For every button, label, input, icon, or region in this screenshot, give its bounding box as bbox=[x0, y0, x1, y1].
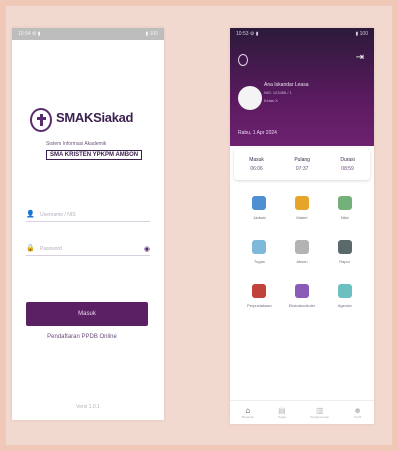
user-id: NIS: 123456 / 1 bbox=[264, 90, 292, 95]
grade-icon bbox=[337, 196, 352, 210]
logout-icon[interactable]: ⇥ bbox=[356, 52, 364, 63]
menu-item-perpustakaan[interactable]: Perpustakaan bbox=[238, 284, 281, 308]
status-time: 10:54 ⚙ ▮ bbox=[18, 31, 41, 37]
school-emblem-icon bbox=[30, 108, 52, 132]
app-logo: SMAKSiakad Sistem Informasi Akademik SMA… bbox=[30, 108, 152, 168]
menu-item-materi[interactable]: Materi bbox=[281, 196, 324, 220]
menu-label: Ekstrakurikuler bbox=[288, 303, 316, 308]
dashboard-screen: 10:53 ⚙ ▮ ▮ 100 ⇥ Ana Iskandar Leasa NIS… bbox=[230, 28, 374, 424]
user-name: Ana Iskandar Leasa bbox=[264, 82, 309, 88]
date-label: Rabu, 1 Apr 2024 bbox=[238, 130, 277, 136]
menu-label: Materi bbox=[296, 215, 308, 220]
nav-label: Pengumuman bbox=[310, 415, 330, 419]
nav-label: Tugas bbox=[277, 415, 287, 419]
attendance-value: 08:59 bbox=[341, 165, 354, 172]
home-icon: ⌂ bbox=[245, 406, 251, 415]
doc-icon: ▤ bbox=[278, 406, 286, 415]
menu-label: Perpustakaan bbox=[246, 303, 272, 308]
nav-item-tasks[interactable]: ▤ Tugas bbox=[278, 406, 286, 419]
attendance-duration: Durasi 08:59 bbox=[340, 157, 354, 172]
menu-item-agenda[interactable]: Agenda bbox=[323, 284, 366, 308]
menu-item-jadwal[interactable]: Jadwal bbox=[238, 196, 281, 220]
username-field[interactable]: 👤 Username / NIS bbox=[26, 208, 150, 222]
user-icon: ☻ bbox=[353, 406, 362, 415]
status-bar: 10:54 ⚙ ▮ ▮ 100 bbox=[12, 28, 164, 40]
library-icon bbox=[252, 284, 267, 298]
activity-icon bbox=[294, 284, 309, 298]
attendance-label: Masuk bbox=[249, 156, 264, 163]
nav-label: Profil bbox=[354, 415, 362, 419]
menu-label: Rapor bbox=[339, 259, 351, 264]
password-field[interactable]: 🔒 Password ◉ bbox=[26, 242, 150, 256]
menu-label: Tugas bbox=[253, 259, 265, 264]
profile-header: 10:53 ⚙ ▮ ▮ 100 ⇥ Ana Iskandar Leasa NIS… bbox=[230, 28, 374, 146]
book-icon bbox=[294, 196, 309, 210]
menu-item-ekstrakurikuler[interactable]: Ekstrakurikuler bbox=[281, 284, 324, 308]
status-battery: ▮ 100 bbox=[145, 31, 158, 37]
attendance-value: 06:06 bbox=[250, 165, 263, 172]
menu-label: Jadwal bbox=[253, 215, 266, 220]
menu-item-absen[interactable]: Absen bbox=[281, 240, 324, 264]
agenda-icon bbox=[337, 284, 352, 298]
status-time: 10:53 ⚙ ▮ bbox=[236, 31, 259, 37]
login-button[interactable]: Masuk bbox=[26, 302, 148, 326]
menu-label: Agenda bbox=[337, 303, 352, 308]
app-version: Versi 1.0.1 bbox=[76, 404, 100, 410]
trash-icon: ▥ bbox=[315, 406, 324, 415]
report-icon bbox=[337, 240, 352, 254]
bottom-nav: ⌂ Beranda ▤ Tugas ▥ Pengumuman ☻ Profil bbox=[230, 400, 374, 424]
school-emblem-icon bbox=[238, 54, 248, 66]
attendance-in: Masuk 06:06 bbox=[249, 157, 264, 172]
status-battery: ▮ 100 bbox=[355, 31, 368, 37]
school-name: SMA KRISTEN YPKPM AMBON bbox=[46, 150, 143, 160]
menu-grid: Jadwal Materi Nilai Tugas Absen Rapor Pe… bbox=[238, 196, 366, 308]
attendance-out: Pulang 07:37 bbox=[294, 157, 310, 172]
nav-label: Beranda bbox=[242, 415, 254, 419]
calendar-icon bbox=[252, 196, 267, 210]
app-subtitle: Sistem Informasi Akademik bbox=[46, 141, 107, 147]
attendance-icon bbox=[294, 240, 309, 254]
status-bar: 10:53 ⚙ ▮ ▮ 100 bbox=[230, 28, 374, 40]
user-class: Kelas X bbox=[264, 98, 278, 103]
task-icon bbox=[252, 240, 267, 254]
menu-label: Nilai bbox=[340, 215, 349, 220]
avatar[interactable] bbox=[238, 86, 262, 110]
eye-icon[interactable]: ◉ bbox=[144, 245, 150, 253]
username-input[interactable]: Username / NIS bbox=[40, 212, 150, 218]
user-icon: 👤 bbox=[26, 210, 35, 218]
nav-item-profile[interactable]: ☻ Profil bbox=[353, 406, 361, 419]
attendance-card: Masuk 06:06 Pulang 07:37 Durasi 08:59 bbox=[234, 148, 370, 180]
login-screen: 10:54 ⚙ ▮ ▮ 100 SMAKSiakad Sistem Inform… bbox=[12, 28, 164, 420]
menu-label: Absen bbox=[296, 259, 308, 264]
nav-item-announcements[interactable]: ▥ Pengumuman bbox=[310, 406, 329, 419]
attendance-label: Pulang bbox=[294, 156, 310, 163]
menu-item-rapor[interactable]: Rapor bbox=[323, 240, 366, 264]
attendance-label: Durasi bbox=[340, 156, 355, 163]
nav-item-home[interactable]: ⌂ Beranda bbox=[242, 406, 253, 419]
attendance-value: 07:37 bbox=[295, 165, 309, 172]
app-name: SMAKSiakad bbox=[56, 110, 134, 125]
menu-item-nilai[interactable]: Nilai bbox=[323, 196, 366, 220]
ppdb-link[interactable]: Pendaftaran PPDB Online bbox=[12, 334, 152, 340]
password-input[interactable]: Password bbox=[40, 246, 144, 252]
menu-item-tugas[interactable]: Tugas bbox=[238, 240, 281, 264]
lock-icon: 🔒 bbox=[26, 244, 35, 252]
